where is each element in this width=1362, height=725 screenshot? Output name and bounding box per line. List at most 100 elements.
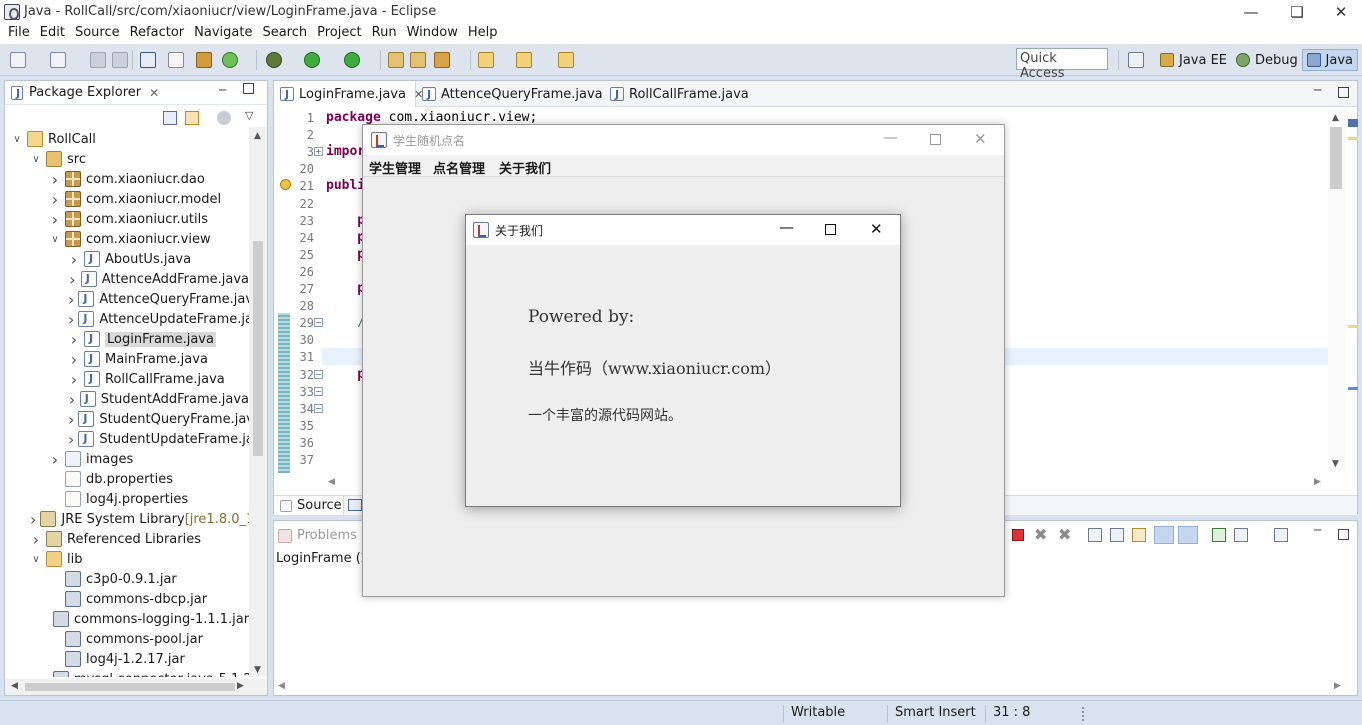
tree-item[interactable]: › AttenceAddFrame.java	[5, 269, 249, 289]
expand-arrow-icon[interactable]: ›	[68, 270, 77, 289]
skip-breakpoints-icon[interactable]	[168, 52, 184, 68]
menu-project[interactable]: Project	[313, 24, 365, 44]
tree-item[interactable]: commons-pool.jar	[5, 629, 249, 649]
package-explorer-tab[interactable]: Package Explorer ✕ ─	[5, 81, 267, 105]
source-tab[interactable]: Source	[274, 496, 344, 515]
scroll-right-icon[interactable]: ▶	[237, 681, 244, 691]
word-wrap-icon[interactable]	[1132, 528, 1146, 542]
menu-refactor[interactable]: Refactor	[126, 24, 189, 44]
open-project-icon[interactable]	[388, 52, 404, 68]
save-icon[interactable]	[90, 52, 106, 68]
remove-all-icon[interactable]: ✖	[1058, 525, 1071, 544]
perspective-debug[interactable]: Debug	[1232, 49, 1302, 71]
tree-item[interactable]: ∨ com.xiaoniucr.view	[5, 229, 249, 249]
run-icon[interactable]	[304, 52, 320, 68]
tree-item[interactable]: › AttenceUpdateFrame.jav	[5, 309, 249, 329]
tree-item[interactable]: commons-dbcp.jar	[5, 589, 249, 609]
collapse-arrow-icon[interactable]: ∨	[11, 134, 23, 145]
view-menu-icon[interactable]: ▽	[245, 109, 253, 122]
tree-item[interactable]: › AboutUs.java	[5, 249, 249, 269]
scroll-left-icon[interactable]: ◀	[278, 681, 285, 691]
editor-tab-loginframe[interactable]: LoginFrame.java ✕	[274, 81, 423, 107]
scroll-up-icon[interactable]: ▲	[254, 131, 261, 141]
collapse-fold-icon[interactable]: −	[314, 386, 323, 396]
expand-fold-icon[interactable]: +	[314, 147, 323, 157]
problems-tab[interactable]: Problems	[278, 528, 357, 543]
scroll-right-icon[interactable]: ▶	[1334, 681, 1341, 691]
perspective-java-ee[interactable]: Java EE	[1156, 49, 1231, 71]
save-all-icon[interactable]	[112, 52, 128, 68]
run-last-tool-icon[interactable]	[344, 52, 360, 68]
close-button[interactable]: ✕	[1318, 0, 1362, 24]
tree-item[interactable]: › com.xiaoniucr.dao	[5, 169, 249, 189]
main-minimize-button[interactable]: —	[883, 128, 898, 146]
tree-item[interactable]: › JRE System Library [jre1.8.0_19	[5, 509, 249, 529]
show-console-stdout-icon[interactable]	[1154, 526, 1174, 544]
new-icon[interactable]	[10, 52, 26, 68]
open-perspective-icon[interactable]	[1128, 52, 1144, 68]
editor-scroll-thumb[interactable]	[1330, 127, 1342, 189]
scroll-right-icon[interactable]: ▶	[1314, 477, 1321, 487]
expand-arrow-icon[interactable]: ›	[49, 210, 61, 229]
last-edit-icon[interactable]	[558, 52, 574, 68]
tree-item[interactable]: › StudentUpdateFrame.jav	[5, 429, 249, 449]
editor-tab-rollcallframe[interactable]: RollCallFrame.java	[604, 81, 755, 107]
tree-item[interactable]: mysql-connector-java-5.1.21	[5, 669, 249, 677]
perspective-java[interactable]: Java	[1302, 49, 1358, 71]
tree-item[interactable]: commons-logging-1.1.1.jar	[5, 609, 249, 629]
collapse-fold-icon[interactable]: −	[314, 403, 323, 413]
show-console-stderr-icon[interactable]	[1178, 526, 1198, 544]
problems-item[interactable]: LoginFrame (2)	[276, 551, 374, 566]
tree-item[interactable]: › Referenced Libraries	[5, 529, 249, 549]
collapse-arrow-icon[interactable]: ∨	[30, 554, 42, 565]
tree-horizontal-scroll-thumb[interactable]	[25, 683, 235, 691]
focus-icon[interactable]	[217, 111, 231, 125]
scroll-lock-icon[interactable]	[1110, 528, 1124, 542]
tree-item[interactable]: › MainFrame.java	[5, 349, 249, 369]
expand-arrow-icon[interactable]: ›	[68, 390, 76, 409]
link-with-editor-icon[interactable]	[185, 111, 199, 125]
scroll-left-icon[interactable]: ◀	[11, 681, 18, 691]
quick-access-input[interactable]: Quick Access	[1016, 48, 1108, 81]
terminal-icon[interactable]	[140, 52, 156, 68]
tree-item[interactable]: › LoginFrame.java	[5, 329, 249, 349]
tree-item[interactable]: › AttenceQueryFrame.java	[5, 289, 249, 309]
menu-help[interactable]: Help	[464, 24, 502, 44]
tree-vertical-scroll-thumb[interactable]	[253, 241, 263, 456]
scroll-left-icon[interactable]: ◀	[328, 477, 335, 487]
about-maximize-button[interactable]	[825, 224, 836, 235]
new-project-icon[interactable]	[50, 52, 66, 68]
expand-arrow-icon[interactable]: ›	[49, 170, 61, 189]
tree-item[interactable]: ∨ RollCall	[5, 129, 249, 149]
expand-arrow-icon[interactable]: ›	[68, 430, 74, 449]
expand-arrow-icon[interactable]: ›	[49, 190, 61, 209]
main-close-button[interactable]: ✕	[974, 130, 987, 148]
main-maximize-button[interactable]	[930, 134, 941, 145]
minimize-view-icon[interactable]: ─	[219, 83, 226, 97]
about-close-button[interactable]: ✕	[870, 220, 883, 238]
maximize-editor-icon[interactable]	[1338, 87, 1349, 98]
menu-window[interactable]: Window	[403, 24, 462, 44]
menu-run[interactable]: Run	[368, 24, 401, 44]
tree-item[interactable]: db.properties	[5, 469, 249, 489]
terminate-icon[interactable]	[1012, 529, 1024, 541]
expand-arrow-icon[interactable]: ›	[30, 510, 36, 529]
tree-item[interactable]: › com.xiaoniucr.utils	[5, 209, 249, 229]
menu-about-us[interactable]: 关于我们	[499, 158, 551, 177]
expand-arrow-icon[interactable]: ›	[68, 350, 80, 369]
menu-edit[interactable]: Edit	[36, 24, 69, 44]
debug-icon[interactable]	[266, 52, 282, 68]
remove-launch-icon[interactable]: ✖	[1034, 525, 1047, 544]
tree-item[interactable]: › StudentAddFrame.java	[5, 389, 249, 409]
tree-item[interactable]: ∨ src	[5, 149, 249, 169]
scroll-up-icon[interactable]: ▲	[1332, 113, 1339, 123]
scroll-down-icon[interactable]: ▼	[254, 665, 261, 675]
tree-item[interactable]: › StudentQueryFrame.java	[5, 409, 249, 429]
expand-arrow-icon[interactable]: ›	[68, 370, 80, 389]
minimize-editor-icon[interactable]: ─	[1314, 83, 1321, 97]
pin-console-icon[interactable]	[1212, 528, 1226, 542]
expand-arrow-icon[interactable]: ›	[49, 450, 61, 469]
collapse-fold-icon[interactable]: −	[314, 318, 323, 328]
editor-tab-attencequeryframe[interactable]: AttenceQueryFrame.java	[416, 81, 609, 107]
expand-arrow-icon[interactable]: ›	[68, 410, 74, 429]
